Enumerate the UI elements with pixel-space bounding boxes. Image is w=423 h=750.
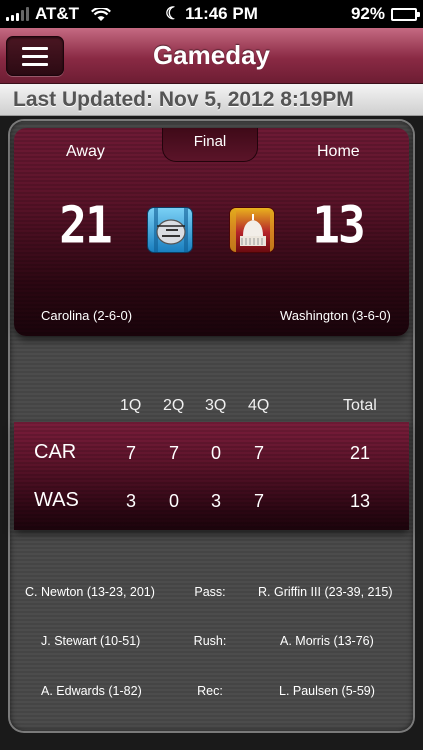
home-score: 13	[312, 195, 365, 255]
linescore-cell: 7	[253, 491, 264, 511]
linescore-total: 13	[349, 491, 371, 511]
clock-label: 11:46 PM	[185, 4, 258, 23]
navigation-bar: Gameday	[0, 28, 423, 84]
linescore-cell: 3	[125, 491, 136, 511]
status-right: 92%	[350, 4, 420, 24]
moon-icon: ☾	[165, 4, 186, 23]
header-2q: 2Q	[163, 397, 185, 414]
battery-percent: 92%	[350, 4, 385, 23]
capitol-dome-logo	[229, 207, 275, 253]
linescore-cell: 0	[168, 491, 179, 511]
away-rec-leader: A. Edwards (1-82)	[41, 684, 142, 698]
battery-icon	[391, 7, 420, 21]
linescore-table	[14, 422, 409, 530]
home-rush-leader: A. Morris (13-76)	[280, 634, 374, 648]
panthers-helmet-logo	[147, 207, 193, 253]
linescore-cell: 7	[253, 443, 264, 463]
status-bar: AT&T ☾ 11:46 PM 92%	[0, 0, 423, 28]
header-total: Total	[343, 397, 377, 414]
linescore-row-team: WAS	[34, 489, 79, 511]
header-3q: 3Q	[205, 397, 227, 414]
home-pass-leader: R. Griffin III (23-39, 215)	[258, 585, 393, 599]
linescore-total: 21	[349, 443, 371, 463]
game-status-tab: Final	[162, 128, 258, 162]
home-rec-leader: L. Paulsen (5-59)	[279, 684, 375, 698]
page-title: Gameday	[152, 40, 271, 70]
home-team-name: Washington (3-6-0)	[280, 308, 391, 323]
home-label: Home	[317, 143, 360, 160]
away-rush-leader: J. Stewart (10-51)	[41, 634, 141, 648]
linescore-cell: 0	[210, 443, 221, 463]
away-team-name: Carolina (2-6-0)	[41, 308, 133, 323]
linescore-cell: 7	[125, 443, 136, 463]
rec-label: Rec:	[197, 684, 223, 698]
last-updated-banner: Last Updated: Nov 5, 2012 8:19PM	[0, 84, 423, 116]
linescore-cell: 7	[168, 443, 179, 463]
linescore-row-team: CAR	[34, 441, 77, 463]
header-1q: 1Q	[120, 397, 142, 414]
pass-label: Pass:	[194, 585, 226, 599]
away-label: Away	[66, 143, 105, 160]
away-pass-leader: C. Newton (13-23, 201)	[25, 585, 155, 599]
header-4q: 4Q	[248, 397, 270, 414]
linescore-cell: 3	[210, 491, 221, 511]
rush-label: Rush:	[193, 634, 227, 648]
away-score: 21	[59, 195, 112, 255]
